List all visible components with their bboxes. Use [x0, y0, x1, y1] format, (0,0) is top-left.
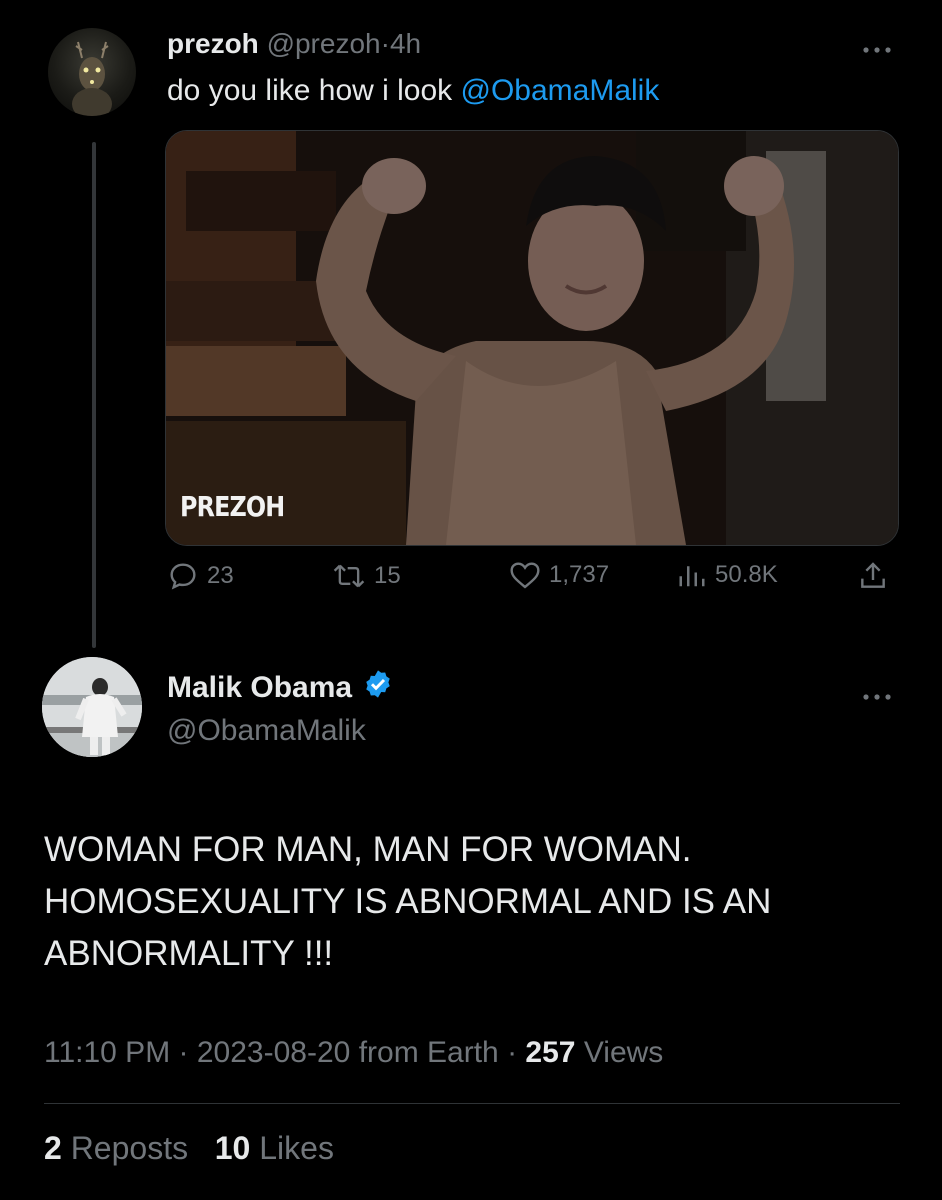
more-icon[interactable]: [862, 34, 892, 60]
thread-connector-line: [92, 142, 96, 648]
views-icon: [677, 560, 707, 590]
tweet-metadata: 11:10 PM · 2023-08-20 from Earth · 257 V…: [44, 1036, 663, 1070]
main-display-name[interactable]: Malik Obama: [167, 671, 352, 705]
reposts-count: 2: [44, 1130, 62, 1166]
like-count: 1,737: [549, 561, 610, 588]
mention-link[interactable]: @ObamaMalik: [461, 74, 660, 107]
parent-display-name[interactable]: prezoh: [167, 28, 259, 59]
reposts-label: Reposts: [70, 1130, 189, 1166]
parent-separator: ·: [380, 28, 390, 59]
reposts-stat[interactable]: 2 Reposts: [44, 1130, 188, 1166]
like-button[interactable]: 1,737: [509, 560, 609, 590]
prezoh-avatar[interactable]: [48, 28, 136, 116]
tweet-time[interactable]: 11:10 PM: [44, 1036, 170, 1069]
likes-count: 10: [214, 1130, 251, 1166]
repost-icon: [332, 560, 366, 592]
media-photo: [166, 131, 898, 545]
parent-text-prefix: do you like how i look: [167, 74, 461, 107]
views-count: 50.8K: [715, 561, 778, 588]
tweet-media-image[interactable]: PREZOH: [165, 130, 899, 546]
malik-obama-avatar[interactable]: [42, 657, 142, 757]
media-watermark: PREZOH: [180, 490, 285, 523]
main-tweet-text: WOMAN FOR MAN, MAN FOR WOMAN. HOMOSEXUAL…: [44, 830, 772, 973]
likes-stat[interactable]: 10 Likes: [215, 1130, 334, 1166]
views-button[interactable]: 50.8K: [677, 560, 778, 590]
like-icon: [509, 560, 541, 590]
views-label: Views: [583, 1036, 664, 1069]
repost-button[interactable]: 15: [332, 560, 401, 592]
views-count-main: 257: [525, 1036, 576, 1069]
repost-count: 15: [374, 562, 401, 589]
parent-tweet-actions: 23 15 1,737 50.8K: [167, 560, 897, 604]
meta-separator-1: ·: [178, 1036, 189, 1069]
parent-tweet-header: prezoh @prezoh·4h: [167, 28, 421, 60]
likes-label: Likes: [259, 1130, 334, 1166]
reply-count: 23: [207, 562, 234, 589]
reply-icon: [167, 560, 199, 592]
tweet-date[interactable]: 2023-08-20: [197, 1036, 350, 1069]
reply-button[interactable]: 23: [167, 560, 234, 592]
verified-badge-icon[interactable]: [362, 668, 394, 708]
meta-separator-2: ·: [507, 1036, 518, 1069]
engagement-stats: 2 Reposts 10 Likes: [44, 1130, 334, 1167]
main-more-icon[interactable]: [862, 681, 892, 707]
tweet-source: from Earth: [358, 1036, 499, 1069]
share-button[interactable]: [857, 560, 889, 592]
parent-handle[interactable]: @prezoh: [267, 28, 381, 59]
main-author-name-row: Malik Obama: [167, 668, 394, 708]
parent-tweet-text: do you like how i look @ObamaMalik: [167, 74, 659, 108]
main-handle[interactable]: @ObamaMalik: [167, 714, 366, 748]
parent-time-ago[interactable]: 4h: [390, 28, 421, 59]
share-icon: [857, 560, 889, 592]
stats-divider: [44, 1103, 900, 1104]
